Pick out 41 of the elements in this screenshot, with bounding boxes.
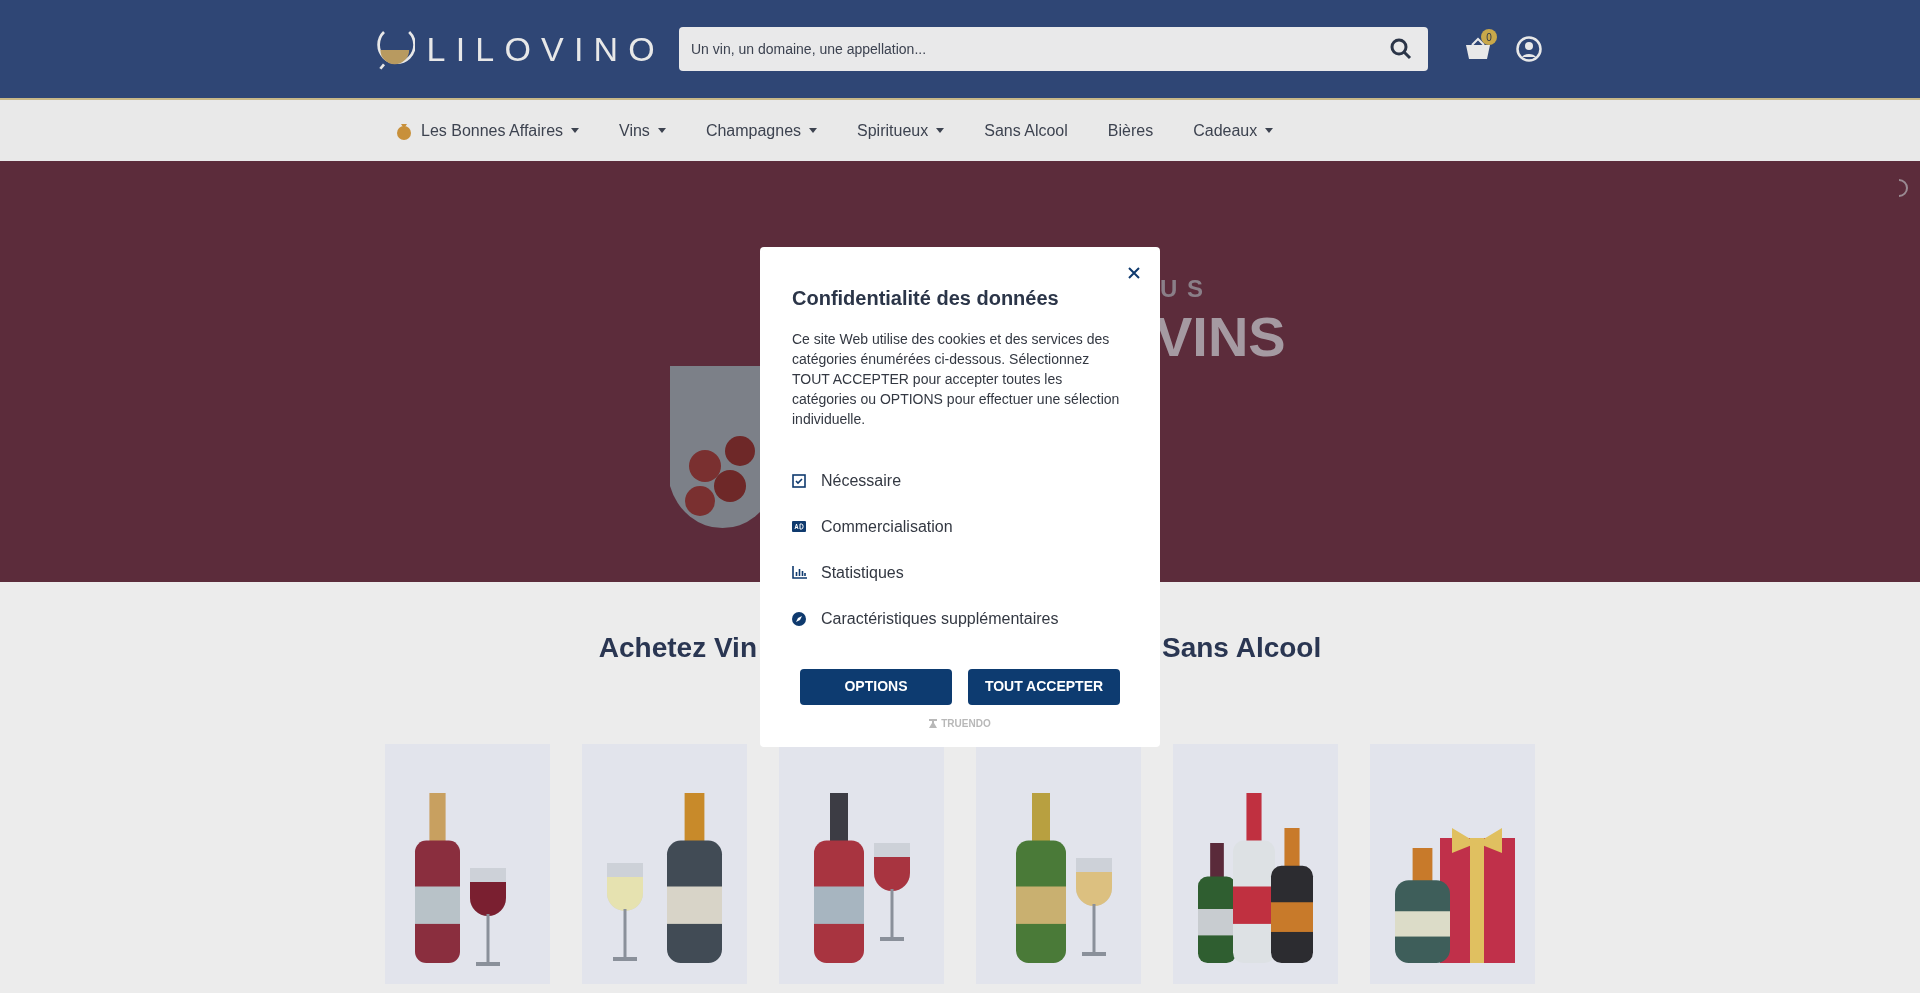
dialog-title: Confidentialité des données (792, 285, 1060, 311)
category-card[interactable] (779, 744, 944, 984)
caret-icon (657, 128, 666, 133)
nav-link[interactable]: Champagnes (705, 118, 818, 143)
caret-icon (809, 128, 818, 133)
category-card[interactable] (385, 744, 550, 984)
search-field[interactable]: Un vin, un domaine, une appellation... (679, 27, 1428, 71)
bar-chart-icon (792, 566, 807, 579)
caret-icon (571, 128, 580, 133)
nav-link[interactable]: Sans Alcool (984, 118, 1068, 143)
nav-link[interactable]: Bières (1107, 118, 1154, 143)
money-bag-icon (395, 121, 413, 140)
nav-link[interactable]: Spiritueux (857, 118, 945, 143)
caret-icon (936, 128, 945, 133)
category-label: Caractéristiques supplémentaires (821, 608, 1059, 629)
search-icon[interactable] (1390, 38, 1412, 60)
loading-spinner-icon (1898, 179, 1908, 197)
consent-button[interactable]: OPTIONS (800, 668, 952, 705)
hero-title: VINS (1155, 307, 1286, 367)
nav-link[interactable]: Les Bonnes Affaires (395, 118, 580, 143)
dialog-text: Ce site Web utilise des cookies et des services des catégories énumérées ci-dessous. Sélectionnez TOUT ACCEPTER pour accepter toutes les catégories ou OPTIONS pour effectuer une sélection individuelle. (792, 329, 1121, 429)
category-card[interactable] (1173, 744, 1338, 984)
category-label: Statistiques (821, 562, 904, 583)
category-label: Nécessaire (821, 470, 902, 491)
hero-kicker: US (1160, 274, 1213, 304)
category-card[interactable] (1370, 744, 1535, 984)
nav-link[interactable]: Vins (619, 118, 666, 143)
category-label: Commercialisation (821, 516, 953, 537)
site-logo[interactable]: LILOVINO (426, 23, 665, 75)
consent-button[interactable]: TOUT ACCEPTER (968, 668, 1120, 705)
user-icon[interactable] (1516, 36, 1542, 62)
nav-link[interactable]: Cadeaux (1193, 118, 1274, 143)
caret-icon (1265, 128, 1274, 133)
section-heading: Sans Alcool (1162, 631, 1322, 665)
category-card[interactable] (582, 744, 747, 984)
ad-icon (792, 521, 806, 532)
checkbox-icon (792, 473, 806, 488)
close-icon (1128, 266, 1140, 279)
compass-icon (792, 611, 806, 626)
section-heading: Achetez Vin (597, 631, 757, 665)
cart-count-badge: 0 (1481, 29, 1497, 45)
